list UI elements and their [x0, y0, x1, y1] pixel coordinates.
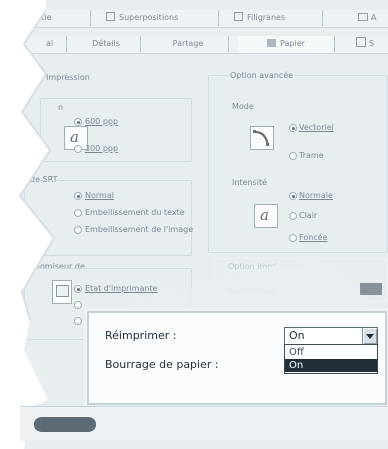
printer-icon — [52, 280, 72, 304]
tab-label: Filigranes — [247, 13, 286, 22]
tab-label: Partage — [172, 39, 204, 48]
printer-option-reimprimer: Réimprimer: — [228, 286, 278, 295]
footer-bar — [20, 406, 388, 441]
tab-sortie[interactable]: Sortie — [28, 10, 91, 26]
mode-title: Mode — [232, 102, 254, 111]
quality-icon: a — [254, 204, 278, 228]
bourrage-label: Bourrage de papier : — [105, 358, 219, 371]
option-on[interactable]: On — [285, 359, 377, 372]
radio-srt-image[interactable] — [74, 226, 82, 234]
tab-row-second: al Détails Partage Papier S — [0, 36, 388, 54]
tab-partage[interactable]: Partage — [148, 36, 229, 52]
superpositions-icon — [106, 12, 115, 21]
advanced-title: Option avancée — [228, 71, 296, 80]
tab-label: Détails — [92, 39, 120, 48]
tab-label: Papier — [280, 39, 305, 48]
radio-trame[interactable] — [289, 152, 297, 160]
radio-eco-etat-label: Etat d'imprimante — [85, 284, 158, 293]
tab-s[interactable]: S — [350, 36, 388, 52]
reimprimer-select[interactable]: On — [284, 327, 378, 345]
radio-foncee-label: Foncée — [299, 233, 328, 242]
tab-superpositions[interactable]: Superpositions — [100, 10, 219, 26]
radio-normale-label: Normale — [299, 191, 333, 200]
filigranes-icon — [234, 12, 243, 21]
radio-srt-normal[interactable] — [74, 192, 82, 200]
printer-option-title: Option imprimante — [228, 262, 304, 271]
radio-eco-etat[interactable] — [74, 285, 82, 293]
radio-eco-2[interactable] — [74, 301, 82, 309]
reimprimer-dropdown-list: Off On — [284, 344, 378, 374]
tab-label: S — [369, 39, 375, 48]
radio-300ppp-label: 300 ppp — [85, 144, 119, 153]
tab-general[interactable]: al — [46, 36, 67, 52]
reimprimer-select-value: On — [289, 329, 305, 342]
radio-eco-3[interactable] — [74, 317, 82, 325]
tab-label: Sortie — [28, 13, 52, 22]
radio-600ppp[interactable] — [74, 118, 82, 126]
radio-300ppp[interactable] — [74, 145, 82, 153]
tab-filigranes[interactable]: Filigranes — [228, 10, 323, 26]
tab-label: al — [46, 39, 54, 48]
radio-vectoriel-label: Vectoriel — [299, 123, 334, 132]
tab-details[interactable]: Détails — [72, 36, 141, 52]
radio-srt-texte-label: Embellissement du texte — [85, 208, 185, 217]
tab-papier[interactable]: Papier — [238, 36, 335, 52]
tab-a[interactable]: A — [355, 10, 388, 26]
radio-600ppp-label: 600 ppp — [85, 117, 119, 126]
samsung-logo — [34, 417, 96, 432]
impression-title: Impression — [46, 73, 90, 82]
papier-icon — [267, 39, 277, 47]
radio-clair[interactable] — [289, 212, 297, 220]
intensity-title: Intensité — [232, 178, 268, 187]
radio-foncee[interactable] — [289, 234, 297, 242]
radio-srt-image-label: Embellissement de l'image — [85, 225, 194, 234]
radio-vectoriel[interactable] — [289, 124, 297, 132]
tab-a-icon — [358, 13, 368, 21]
greyed-dropdown — [360, 283, 382, 295]
radio-normale[interactable] — [289, 192, 297, 200]
tab-label: Superpositions — [119, 13, 179, 22]
curve-icon — [250, 126, 274, 150]
reimprimer-label: Réimprimer : — [105, 329, 177, 342]
screenshot: Sortie Superpositions Filigranes A al Dé… — [0, 0, 388, 449]
dropdown-arrow-icon[interactable] — [362, 328, 377, 344]
tab-s-icon — [356, 37, 366, 47]
zoom-panel: Réimprimer : Bourrage de papier : On Off… — [87, 311, 387, 405]
radio-clair-label: Clair — [299, 211, 318, 220]
tab-label: A — [371, 13, 377, 22]
radio-trame-label: Trame — [299, 151, 324, 160]
radio-srt-normal-label: Normal — [85, 191, 114, 200]
option-off[interactable]: Off — [285, 346, 377, 359]
radio-srt-texte[interactable] — [74, 209, 82, 217]
tab-row-top: Sortie Superpositions Filigranes A — [0, 10, 388, 28]
